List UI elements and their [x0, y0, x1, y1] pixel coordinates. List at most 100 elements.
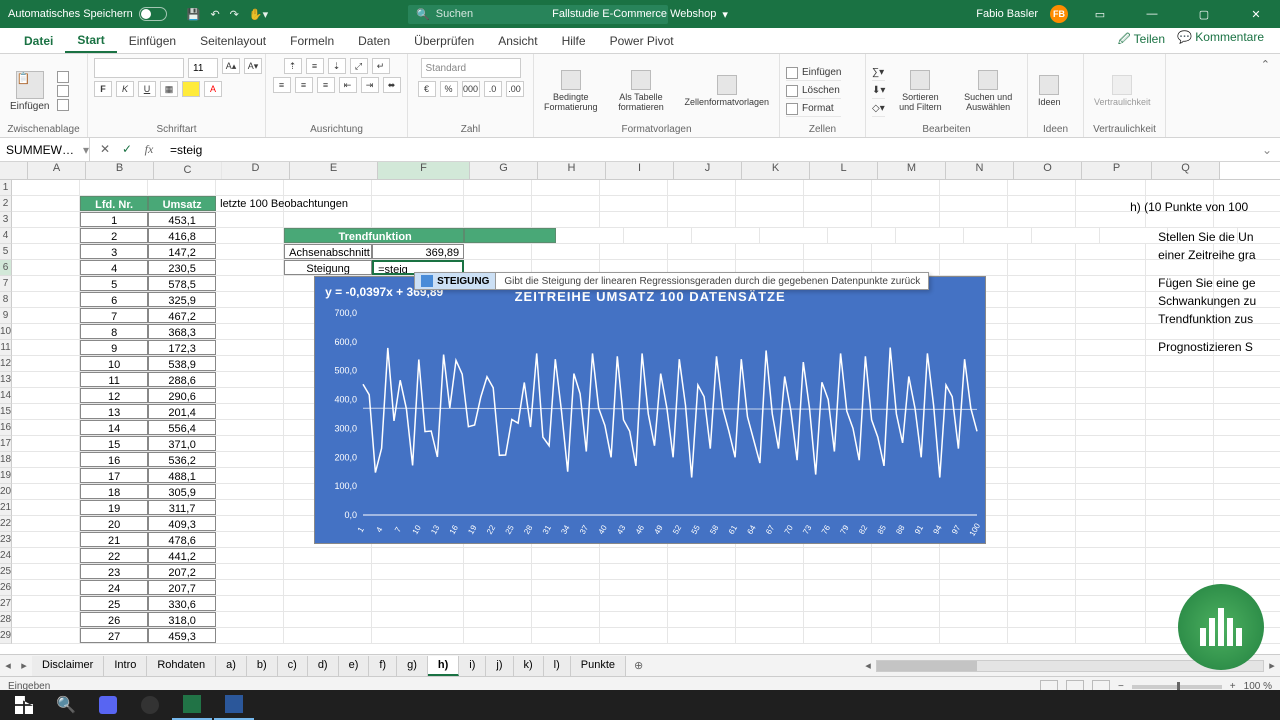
cell-F5[interactable]: 369,89 [372, 244, 464, 259]
sheet-tab-Disclaimer[interactable]: Disclaimer [32, 656, 104, 676]
format-cells-button[interactable]: Format [786, 101, 841, 117]
row-header-29[interactable]: 29 [0, 628, 12, 644]
cell-K1[interactable] [736, 180, 804, 195]
align-left-icon[interactable]: ≡ [273, 77, 291, 93]
merge-icon[interactable]: ⬌ [383, 77, 401, 93]
cell-Q21[interactable] [1146, 500, 1214, 515]
bold-button[interactable]: F [94, 81, 112, 97]
cell-K28[interactable] [736, 612, 804, 627]
row-header-1[interactable]: 1 [0, 180, 12, 196]
cell-J29[interactable] [668, 628, 736, 643]
cell-D8[interactable] [216, 292, 284, 307]
taskbar-app-1[interactable] [88, 690, 128, 720]
cell-D22[interactable] [216, 516, 284, 531]
cell-M2[interactable] [872, 196, 940, 211]
tab-view[interactable]: Ansicht [486, 30, 549, 52]
cell-O22[interactable] [1008, 516, 1076, 531]
cell-P20[interactable] [1076, 484, 1146, 499]
cell-O10[interactable] [1008, 324, 1076, 339]
minimize-icon[interactable]: — [1132, 0, 1172, 28]
cell-A4[interactable] [12, 228, 80, 243]
cell-A11[interactable] [12, 340, 80, 355]
cell-J2[interactable] [668, 196, 736, 211]
cell-J28[interactable] [668, 612, 736, 627]
cell-C7[interactable]: 578,5 [148, 276, 216, 291]
document-title[interactable]: Fallstudie E-Commerce Webshop [552, 8, 716, 20]
cell-B19[interactable]: 17 [80, 468, 148, 483]
ribbon-mode-icon[interactable]: ▭ [1080, 0, 1120, 28]
cell-C8[interactable]: 325,9 [148, 292, 216, 307]
collapse-ribbon-icon[interactable]: ⌃ [1251, 54, 1280, 137]
cell-L5[interactable] [804, 244, 872, 259]
taskbar-search[interactable]: 🔍 [46, 690, 86, 720]
cell-D23[interactable] [216, 532, 284, 547]
cell-D17[interactable] [216, 436, 284, 451]
cell-P25[interactable] [1076, 564, 1146, 579]
cell-H25[interactable] [532, 564, 600, 579]
cell-B29[interactable]: 27 [80, 628, 148, 643]
row-header-17[interactable]: 17 [0, 436, 12, 452]
cell-L3[interactable] [804, 212, 872, 227]
cell-D24[interactable] [216, 548, 284, 563]
cell-J5[interactable] [668, 244, 736, 259]
cell-P1[interactable] [1076, 180, 1146, 195]
cell-B2[interactable]: Lfd. Nr. [80, 196, 148, 211]
cell-K27[interactable] [736, 596, 804, 611]
tab-formulas[interactable]: Formeln [278, 30, 346, 52]
cell-B9[interactable]: 7 [80, 308, 148, 323]
cell-N26[interactable] [940, 580, 1008, 595]
cond-format-button[interactable]: Bedingte Formatierung [540, 68, 602, 114]
cell-I2[interactable] [600, 196, 668, 211]
cell-M27[interactable] [872, 596, 940, 611]
cell-O12[interactable] [1008, 356, 1076, 371]
cell-A3[interactable] [12, 212, 80, 227]
cell-G27[interactable] [464, 596, 532, 611]
cell-G4[interactable] [556, 228, 624, 243]
cell-H2[interactable] [532, 196, 600, 211]
row-header-18[interactable]: 18 [0, 452, 12, 468]
row-header-28[interactable]: 28 [0, 612, 12, 628]
cell-A19[interactable] [12, 468, 80, 483]
cell-D14[interactable] [216, 388, 284, 403]
cell-P18[interactable] [1076, 452, 1146, 467]
col-header-J[interactable]: J [674, 162, 742, 179]
cell-J26[interactable] [668, 580, 736, 595]
cell-A25[interactable] [12, 564, 80, 579]
cell-A7[interactable] [12, 276, 80, 291]
cell-C20[interactable]: 305,9 [148, 484, 216, 499]
cell-B26[interactable]: 24 [80, 580, 148, 595]
cell-G3[interactable] [464, 212, 532, 227]
cell-C21[interactable]: 311,7 [148, 500, 216, 515]
cell-E5[interactable]: Achsenabschnitt [284, 244, 372, 259]
cell-E6[interactable]: Steigung [284, 260, 372, 275]
accept-formula-icon[interactable]: ✓ [118, 142, 136, 157]
col-header-F[interactable]: F [378, 162, 470, 179]
cell-N4[interactable] [1032, 228, 1100, 243]
fill-icon[interactable]: ⬇▾ [872, 85, 885, 96]
sum-icon[interactable]: ∑▾ [872, 67, 884, 78]
row-header-21[interactable]: 21 [0, 500, 12, 516]
cell-Q14[interactable] [1146, 388, 1214, 403]
cell-F28[interactable] [372, 612, 464, 627]
cell-J1[interactable] [668, 180, 736, 195]
share-button[interactable]: 🖉 Teilen [1118, 30, 1165, 51]
cell-E28[interactable] [284, 612, 372, 627]
cell-M24[interactable] [872, 548, 940, 563]
cell-D13[interactable] [216, 372, 284, 387]
cell-I1[interactable] [600, 180, 668, 195]
cell-F24[interactable] [372, 548, 464, 563]
tab-pagelayout[interactable]: Seitenlayout [188, 30, 278, 52]
sheet-tab-Rohdaten[interactable]: Rohdaten [147, 656, 216, 676]
sort-filter-button[interactable]: Sortieren und Filtern [891, 68, 949, 114]
sheet-tab-l)[interactable]: l) [544, 656, 571, 676]
cell-A26[interactable] [12, 580, 80, 595]
cell-M3[interactable] [872, 212, 940, 227]
sheet-tab-Intro[interactable]: Intro [104, 656, 147, 676]
cell-O1[interactable] [1008, 180, 1076, 195]
cell-E25[interactable] [284, 564, 372, 579]
cell-Q18[interactable] [1146, 452, 1214, 467]
cell-I28[interactable] [600, 612, 668, 627]
cell-B6[interactable]: 4 [80, 260, 148, 275]
cell-M5[interactable] [872, 244, 940, 259]
cell-C2[interactable]: Umsatz [148, 196, 216, 211]
